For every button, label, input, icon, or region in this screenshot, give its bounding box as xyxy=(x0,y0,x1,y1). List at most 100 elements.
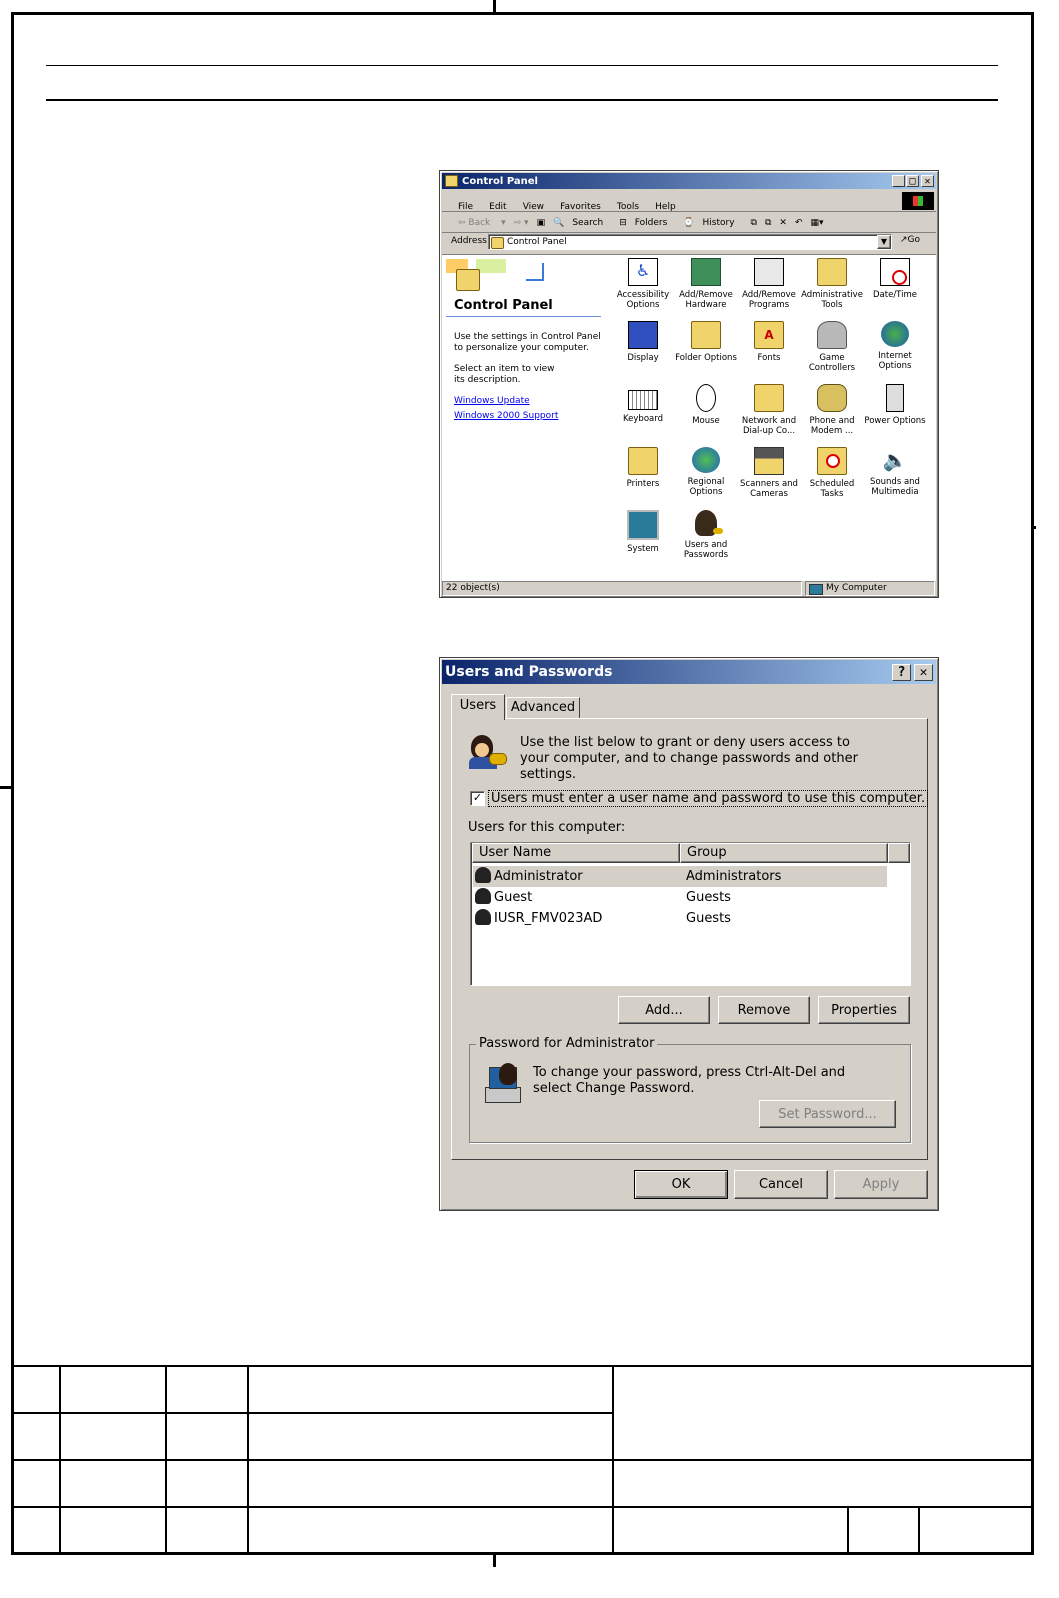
scheduled-tasks-item[interactable]: Scheduled Tasks xyxy=(801,447,863,499)
windows-update-link[interactable]: Windows Update xyxy=(454,396,530,406)
administrative-tools-icon xyxy=(817,258,847,286)
table-row[interactable]: Administrator Administrators xyxy=(473,866,887,887)
forward-button[interactable]: ⇨ ▾ xyxy=(514,218,529,228)
users-passwords-dialog: Users and Passwords ? ✕ Users Advanced U… xyxy=(439,657,939,1211)
computer-user-icon xyxy=(485,1063,525,1103)
minimize-button[interactable]: _ xyxy=(892,175,905,187)
tab-advanced[interactable]: Advanced xyxy=(506,697,580,719)
back-button[interactable]: ⇦ Back ▾ xyxy=(458,218,506,228)
maximize-button[interactable]: □ xyxy=(906,175,919,187)
regional-options-item[interactable]: Regional Options xyxy=(675,447,737,497)
undo-icon[interactable]: ↶ xyxy=(795,218,803,228)
power-options-item[interactable]: Power Options xyxy=(864,384,926,426)
group-cell: Administrators xyxy=(686,869,782,884)
user-name-cell: IUSR_FMV023AD xyxy=(475,908,602,929)
display-item[interactable]: Display xyxy=(612,321,674,363)
accessibility-icon: ♿ xyxy=(628,258,658,286)
menu-bar: File Edit View Favorites Tools Help xyxy=(458,194,687,212)
search-icon: 🔍 xyxy=(553,218,565,228)
column-group[interactable]: Group xyxy=(680,843,888,863)
column-user-name[interactable]: User Name xyxy=(472,843,680,863)
regional-globe-icon xyxy=(692,447,720,473)
ok-button[interactable]: OK xyxy=(634,1170,728,1199)
control-panel-banner xyxy=(446,259,546,293)
address-dropdown-icon[interactable]: ▼ xyxy=(877,235,891,249)
system-item[interactable]: System xyxy=(612,510,674,554)
group-cell: Guests xyxy=(686,911,731,926)
help-button[interactable]: ? xyxy=(892,664,911,681)
users-list[interactable]: User Name Group Administrator Administra… xyxy=(470,842,911,986)
close-button[interactable]: ✕ xyxy=(921,175,934,187)
folder-options-item[interactable]: Folder Options xyxy=(675,321,737,363)
go-button[interactable]: ↗Go xyxy=(900,235,920,245)
add-remove-programs-item[interactable]: Add/Remove Programs xyxy=(738,258,800,310)
dialog-title: Users and Passwords xyxy=(445,664,613,680)
user-icon xyxy=(475,888,491,904)
keyboard-icon xyxy=(628,390,658,410)
users-list-label: Users for this computer: xyxy=(468,820,626,835)
password-instructions: To change your password, press Ctrl-Alt-… xyxy=(533,1065,846,1096)
printer-icon xyxy=(628,447,658,475)
move-to-icon[interactable]: ⧉ xyxy=(751,218,757,228)
network-dialup-item[interactable]: Network and Dial-up Co... xyxy=(738,384,800,436)
top-center-mark xyxy=(493,0,496,13)
fonts-item[interactable]: A Fonts xyxy=(738,321,800,363)
printers-item[interactable]: Printers xyxy=(612,447,674,489)
views-icon[interactable]: ▦▾ xyxy=(811,218,824,228)
fonts-icon: A xyxy=(754,321,784,349)
accessibility-options-item[interactable]: ♿ Accessibility Options xyxy=(612,258,674,310)
folders-button[interactable]: ⊟ Folders xyxy=(619,218,675,228)
table-row[interactable]: Guest Guests xyxy=(473,887,887,908)
keyboard-item[interactable]: Keyboard xyxy=(612,384,674,424)
calendar-clock-icon xyxy=(880,258,910,286)
toolbar: ⇦ Back ▾ ⇨ ▾ ▣ 🔍 Search ⊟ Folders ⌚ History… xyxy=(458,215,832,231)
windows-2000-support-link[interactable]: Windows 2000 Support xyxy=(454,411,558,421)
scanners-cameras-item[interactable]: Scanners and Cameras xyxy=(738,447,800,499)
address-label: Address xyxy=(451,236,487,246)
internet-options-item[interactable]: Internet Options xyxy=(864,321,926,371)
scheduled-tasks-icon xyxy=(817,447,847,475)
display-icon xyxy=(628,321,658,349)
tab-users[interactable]: Users xyxy=(451,694,505,720)
add-user-button[interactable]: Add... xyxy=(618,996,710,1024)
require-login-checkbox[interactable]: ✓ xyxy=(470,791,485,806)
add-remove-hardware-item[interactable]: Add/Remove Hardware xyxy=(675,258,737,310)
folder-options-icon xyxy=(691,321,721,349)
search-button[interactable]: 🔍 Search xyxy=(553,218,611,228)
sounds-multimedia-item[interactable]: 🔈 Sounds and Multimedia xyxy=(864,447,926,497)
control-panel-window: Control Panel _ □ ✕ File Edit View Favor… xyxy=(439,170,939,598)
table-row[interactable]: IUSR_FMV023AD Guests xyxy=(473,908,887,929)
dialog-close-button[interactable]: ✕ xyxy=(914,664,933,681)
users-passwords-item[interactable]: Users and Passwords xyxy=(675,510,737,560)
column-filler xyxy=(888,843,910,863)
up-folder-icon[interactable]: ▣ xyxy=(537,218,546,228)
properties-button[interactable]: Properties xyxy=(818,996,910,1024)
require-login-label[interactable]: Users must enter a user name and passwor… xyxy=(488,790,929,807)
administrative-tools-item[interactable]: Administrative Tools xyxy=(801,258,863,310)
control-panel-app-icon xyxy=(445,175,458,187)
set-password-button[interactable]: Set Password... xyxy=(759,1100,896,1128)
scanner-icon xyxy=(754,447,784,475)
my-computer-icon xyxy=(809,584,823,595)
phone-modem-item[interactable]: Phone and Modem ... xyxy=(801,384,863,436)
cancel-button[interactable]: Cancel xyxy=(734,1170,828,1199)
panel-heading: Control Panel xyxy=(454,298,553,313)
apply-button[interactable]: Apply xyxy=(834,1170,928,1199)
game-controllers-item[interactable]: Game Controllers xyxy=(801,321,863,373)
left-center-mark xyxy=(0,786,12,789)
group-cell: Guests xyxy=(686,890,731,905)
history-icon: ⌚ xyxy=(683,218,695,228)
intro-text: Use the list below to grant or deny user… xyxy=(520,735,858,782)
mouse-item[interactable]: Mouse xyxy=(675,384,737,426)
user-icon xyxy=(475,909,491,925)
delete-icon[interactable]: ✕ xyxy=(779,218,787,228)
status-zone: My Computer xyxy=(805,581,935,596)
copy-to-icon[interactable]: ⧉ xyxy=(765,218,771,228)
history-button[interactable]: ⌚ History xyxy=(683,218,742,228)
speaker-icon: 🔈 xyxy=(882,448,908,472)
mouse-icon xyxy=(696,384,716,412)
date-time-item[interactable]: Date/Time xyxy=(864,258,926,300)
remove-user-button[interactable]: Remove xyxy=(718,996,810,1024)
address-input[interactable]: Control Panel ▼ xyxy=(488,234,892,250)
control-panel-content: Control Panel Use the settings in Contro… xyxy=(442,254,936,581)
